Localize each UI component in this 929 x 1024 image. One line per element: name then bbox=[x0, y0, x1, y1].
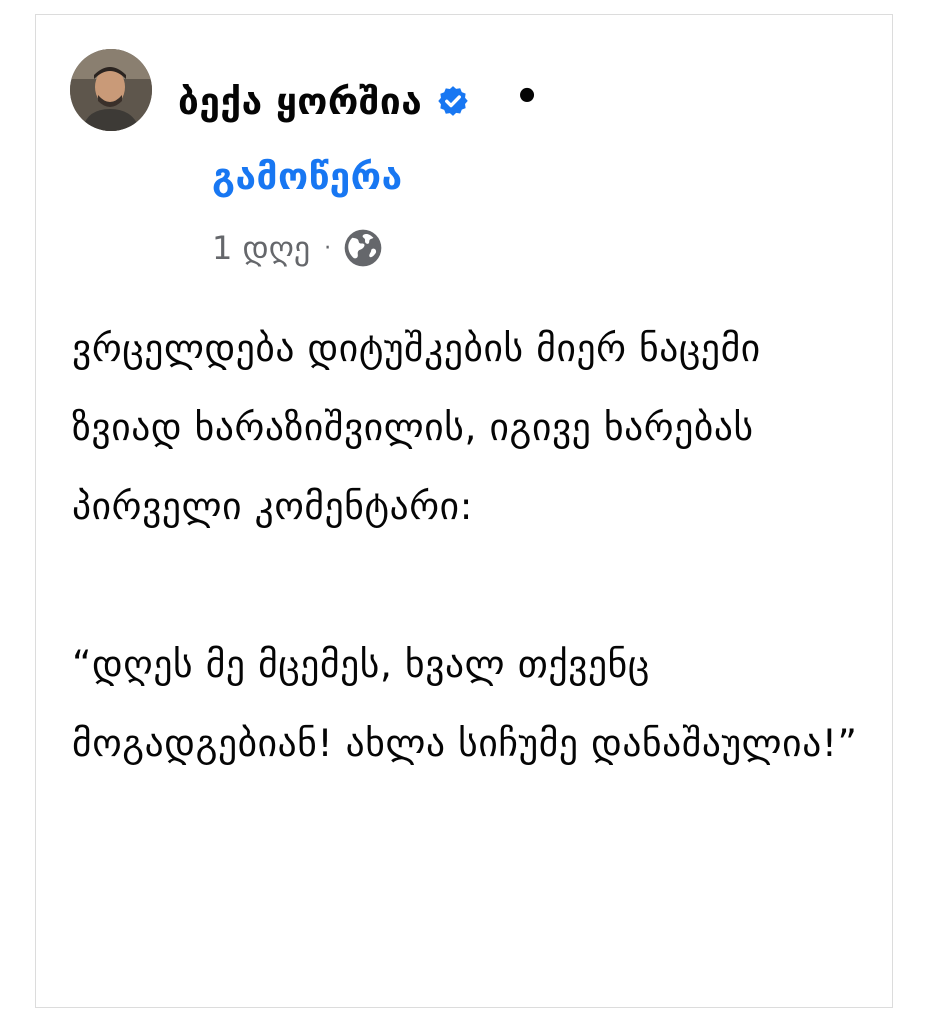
post-paragraph: ვრცელდება დიტუშკების მიერ ნაცემი ზვიად ხ… bbox=[72, 326, 761, 528]
post-header: ბექა ყორშია • გამოწერა 1 დღე · bbox=[70, 49, 872, 279]
post-meta: 1 დღე · bbox=[212, 225, 385, 271]
post-card: ბექა ყორშია • გამოწერა 1 დღე · ვრცელდება… bbox=[35, 14, 893, 1008]
post-body: ვრცელდება დიტუშკების მიერ ნაცემი ზვიად ხ… bbox=[72, 309, 872, 783]
avatar-image bbox=[70, 49, 152, 131]
post-quote: “დღეს მე მცემეს, ხვალ თქვენც მოგადგებიან… bbox=[72, 642, 858, 765]
post-timestamp[interactable]: 1 დღე bbox=[212, 229, 310, 267]
author-name[interactable]: ბექა ყორშია bbox=[178, 80, 422, 123]
header-separator-dot: • bbox=[514, 74, 540, 120]
follow-button[interactable]: გამოწერა bbox=[212, 155, 403, 198]
verified-badge-icon bbox=[436, 84, 470, 118]
author-row: ბექა ყორშია • bbox=[178, 71, 540, 131]
meta-separator: · bbox=[324, 235, 332, 261]
globe-icon[interactable] bbox=[341, 226, 385, 270]
author-avatar[interactable] bbox=[70, 49, 152, 131]
